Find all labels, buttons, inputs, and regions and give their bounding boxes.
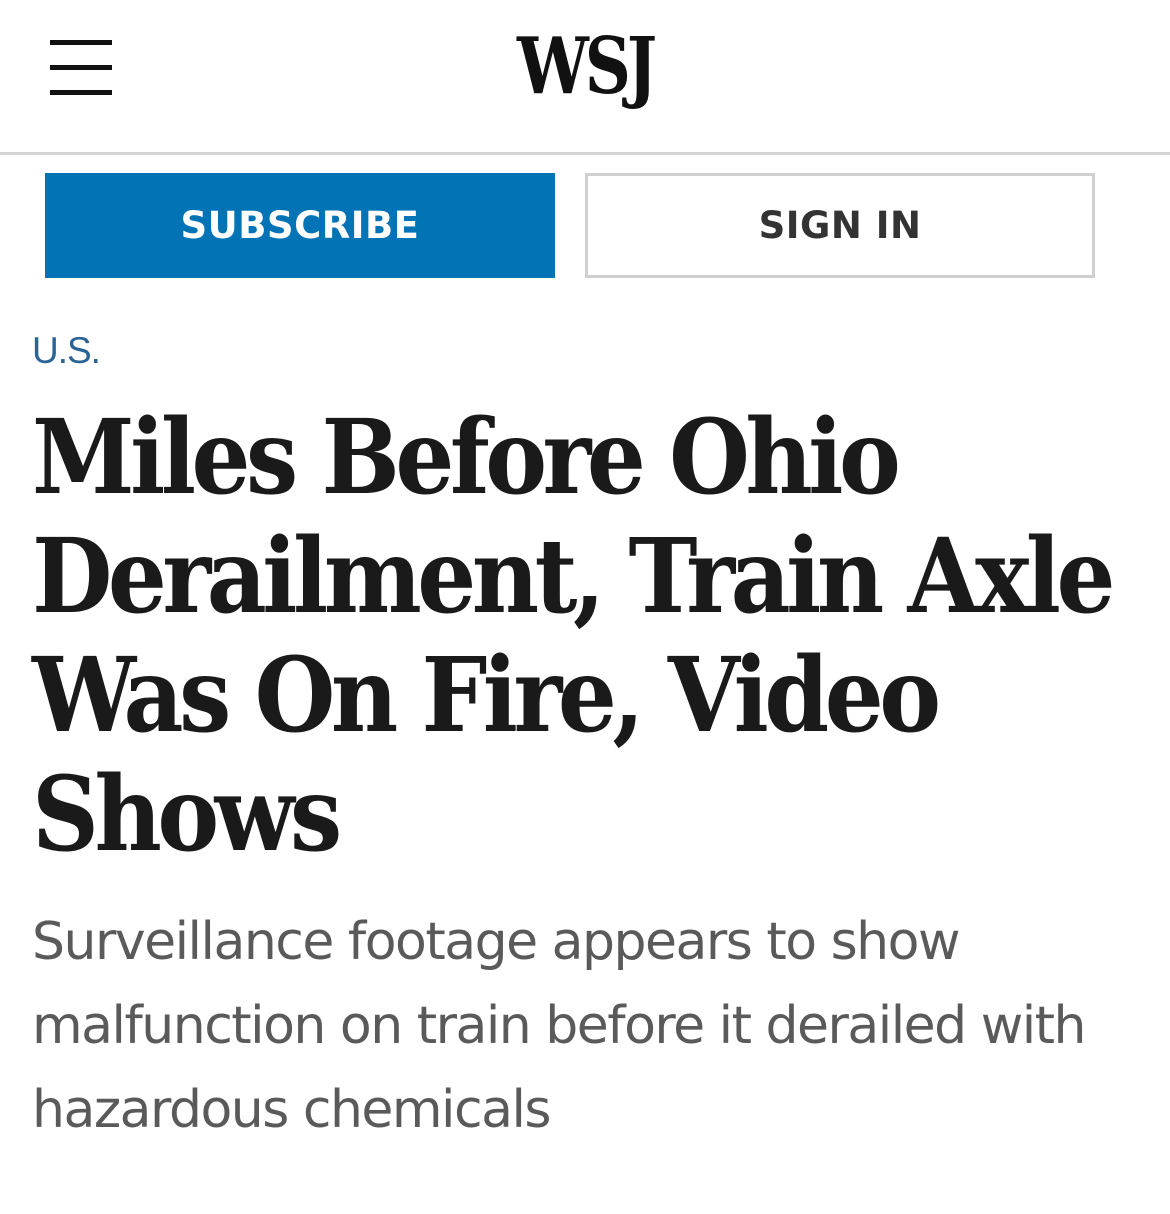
- subscribe-button[interactable]: SUBSCRIBE: [45, 173, 555, 278]
- top-nav-bar: WSJ: [0, 0, 1170, 155]
- wsj-logo[interactable]: WSJ: [105, 28, 1064, 106]
- hamburger-menu-icon[interactable]: [50, 40, 112, 96]
- article-dek: Surveillance footage appears to show mal…: [32, 912, 1087, 1140]
- sign-in-button[interactable]: SIGN IN: [585, 173, 1095, 278]
- section-link[interactable]: U.S.: [32, 330, 101, 372]
- article-headline: Miles Before Ohio Derailment, Train Axle…: [32, 397, 1115, 875]
